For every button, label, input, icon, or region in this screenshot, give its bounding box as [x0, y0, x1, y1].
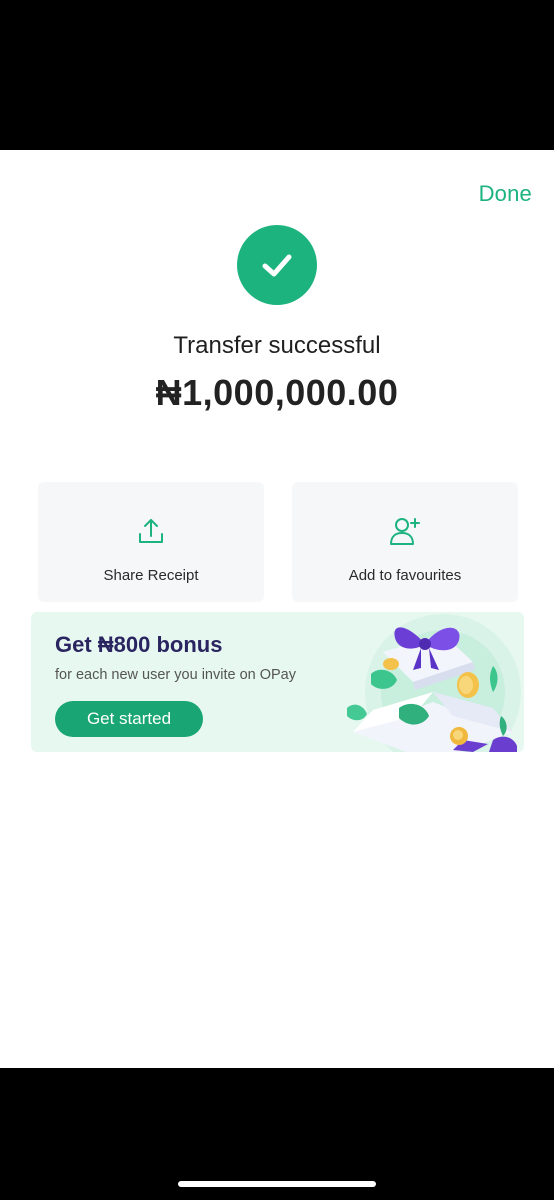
share-receipt-label: Share Receipt — [103, 567, 199, 584]
gift-box-illustration — [347, 614, 521, 752]
add-to-favourites-label: Add to favourites — [348, 567, 462, 584]
share-receipt-button[interactable]: Share Receipt — [38, 482, 264, 602]
share-icon — [139, 519, 163, 543]
get-started-button[interactable]: Get started — [55, 701, 203, 737]
phone-frame: Done Transfer successful ₦1,000,000.00 S… — [0, 0, 554, 1200]
check-icon — [262, 254, 292, 277]
add-to-favourites-button[interactable]: Add to favourites — [292, 482, 518, 602]
home-indicator[interactable] — [178, 1181, 376, 1187]
referral-promo-banner[interactable]: Get ₦800 bonus for each new user you inv… — [31, 612, 524, 752]
done-button[interactable]: Done — [479, 181, 532, 207]
promo-title: Get ₦800 bonus — [55, 632, 223, 657]
status-message: Transfer successful — [173, 332, 381, 359]
transfer-amount: ₦1,000,000.00 — [155, 372, 399, 413]
transfer-result-screen: Done Transfer successful ₦1,000,000.00 S… — [0, 150, 554, 1068]
success-badge — [237, 225, 317, 305]
add-user-icon — [390, 518, 420, 545]
promo-subtitle: for each new user you invite on OPay — [55, 667, 296, 683]
